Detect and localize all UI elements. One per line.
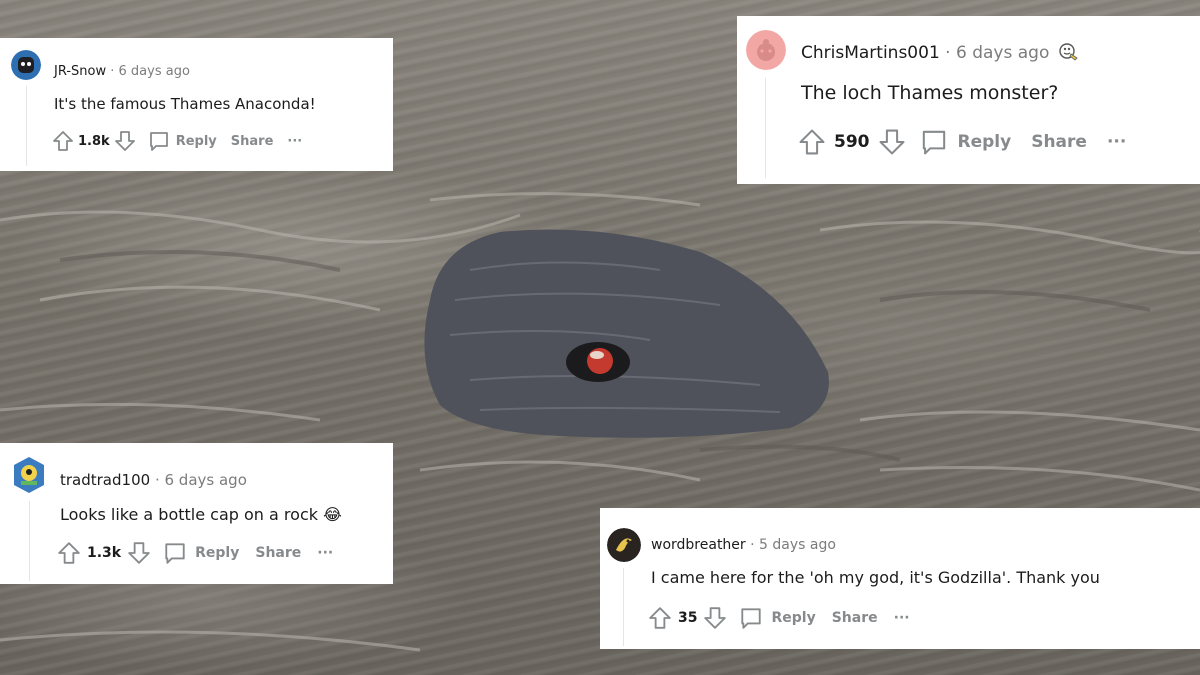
reply-button[interactable]: Reply [739, 606, 816, 630]
share-button[interactable]: Share [255, 545, 301, 561]
comment-meta: tradtrad100 · 6 days ago [60, 471, 247, 489]
downvote-icon [128, 542, 150, 564]
reply-label: Reply [771, 610, 816, 626]
comment-meta: wordbreather · 5 days ago [651, 537, 836, 553]
share-button[interactable]: Share [231, 134, 274, 149]
bottle-cap-highlight [590, 351, 604, 359]
vote-score: 590 [834, 132, 870, 152]
comment-actions: 590 Reply Share ··· [798, 128, 1126, 156]
comment-icon [149, 132, 168, 151]
thread-line[interactable] [26, 86, 27, 166]
rock-shape [424, 229, 829, 438]
upvote-icon [53, 131, 73, 151]
downvote-button[interactable] [878, 128, 906, 156]
username[interactable]: wordbreather [651, 537, 746, 553]
upvote-button[interactable] [648, 606, 672, 630]
upvote-icon [799, 129, 825, 155]
thread-line[interactable] [623, 568, 624, 646]
vote-score: 35 [678, 610, 698, 626]
emoji-icon: 😂 [323, 505, 342, 524]
downvote-button[interactable] [127, 541, 151, 565]
upvote-button[interactable] [52, 130, 74, 152]
comment-icon [741, 608, 762, 629]
username[interactable]: tradtrad100 [60, 471, 150, 489]
comment-actions: 35 Reply Share ··· [648, 606, 910, 630]
comment-card: JR-Snow · 6 days ago It's the famous Tha… [0, 38, 393, 171]
reply-button[interactable]: Reply [920, 128, 1012, 156]
comment-actions: 1.3k Reply Share ··· [57, 541, 333, 565]
upvote-icon [58, 542, 80, 564]
separator-dot: · [154, 471, 160, 489]
separator-dot: · [945, 43, 951, 63]
upvote-button[interactable] [57, 541, 81, 565]
comment-card: wordbreather · 5 days ago I came here fo… [600, 508, 1200, 649]
downvote-icon [114, 131, 135, 151]
timestamp[interactable]: 5 days ago [759, 537, 836, 553]
more-options-button[interactable]: ··· [1107, 132, 1126, 152]
upvote-icon [649, 607, 671, 629]
comment-card: tradtrad100 · 6 days ago Looks like a bo… [0, 443, 393, 584]
comment-meta: ChrisMartins001 · 6 days ago [801, 40, 1079, 63]
more-options-button[interactable]: ··· [317, 545, 333, 561]
reply-button[interactable]: Reply [148, 130, 217, 152]
user-avatar[interactable] [11, 50, 41, 80]
user-avatar[interactable] [607, 528, 641, 562]
comment-icon [165, 543, 185, 564]
downvote-icon [704, 607, 727, 629]
comment-icon [922, 130, 945, 155]
reply-label: Reply [957, 132, 1012, 152]
username[interactable]: ChrisMartins001 [801, 43, 940, 63]
separator-dot: · [750, 537, 755, 553]
timestamp[interactable]: 6 days ago [119, 64, 190, 79]
vote-score: 1.3k [87, 545, 122, 561]
username[interactable]: JR-Snow [54, 64, 106, 79]
downvote-button[interactable] [114, 130, 136, 152]
comment-body: It's the famous Thames Anaconda! [54, 95, 316, 113]
timestamp[interactable]: 6 days ago [956, 43, 1049, 63]
thread-line[interactable] [765, 78, 766, 178]
more-icon: ··· [287, 133, 303, 149]
reply-label: Reply [175, 133, 217, 149]
more-icon: ··· [893, 610, 910, 626]
vote-score: 1.8k [78, 133, 110, 149]
user-avatar[interactable] [12, 455, 46, 495]
downvote-icon [879, 129, 904, 155]
comment-card: ChrisMartins001 · 6 days ago The loch Th… [737, 16, 1200, 184]
more-icon: ··· [317, 545, 334, 561]
comment-meta: JR-Snow · 6 days ago [54, 64, 190, 79]
separator-dot: · [110, 64, 115, 79]
upvote-button[interactable] [798, 128, 826, 156]
share-button[interactable]: Share [832, 610, 878, 626]
user-avatar[interactable] [746, 30, 786, 70]
share-button[interactable]: Share [1031, 132, 1087, 152]
award-icon[interactable] [1057, 40, 1079, 62]
more-options-button[interactable]: ··· [287, 134, 302, 149]
thread-line[interactable] [29, 501, 30, 581]
timestamp[interactable]: 6 days ago [165, 471, 247, 489]
comment-body: The loch Thames monster? [801, 82, 1059, 104]
comment-body-wrap: Looks like a bottle cap on a rock 😂 [60, 505, 342, 524]
more-icon: ··· [1106, 132, 1127, 152]
reply-button[interactable]: Reply [163, 541, 239, 565]
comment-body: Looks like a bottle cap on a rock [60, 505, 318, 524]
more-options-button[interactable]: ··· [894, 610, 910, 626]
downvote-button[interactable] [703, 606, 727, 630]
comment-actions: 1.8k Reply Share ··· [52, 130, 302, 152]
comment-body: I came here for the 'oh my god, it's God… [651, 568, 1100, 587]
reply-label: Reply [195, 545, 240, 561]
